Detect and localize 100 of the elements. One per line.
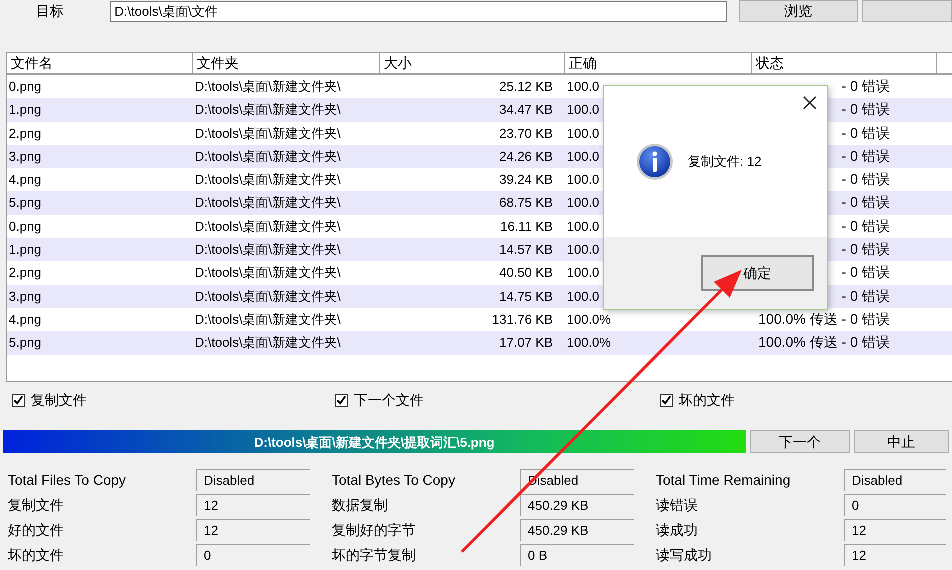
checkbox[interactable] (660, 394, 673, 406)
table-cell: 4.png (9, 172, 42, 188)
stat-value: 12 (844, 544, 946, 566)
table-cell: D:\tools\桌面\新建文件夹\ (195, 335, 341, 350)
table-cell: 100.0% (567, 312, 612, 327)
table-cell: 100.0 (567, 102, 600, 118)
table-cell: - 0 错误 (842, 218, 890, 234)
table-cell: 1.png (9, 242, 42, 258)
ok-button[interactable]: 确定 (701, 255, 814, 291)
table-cell: 100.0 (567, 79, 600, 94)
table-cell: 100.0 (567, 126, 600, 141)
target-field[interactable]: D:\tools\桌面\文件 (110, 0, 727, 22)
table-cell: D:\tools\桌面\新建文件夹\ (195, 148, 341, 164)
info-icon (636, 142, 674, 180)
checkbox-label: 坏的文件 (679, 390, 735, 410)
table-cell: 40.50 KB (500, 265, 553, 280)
stat-label: Total Bytes To Copy (331, 471, 456, 490)
table-cell: - 0 错误 (842, 124, 890, 141)
checkbox[interactable] (12, 394, 25, 406)
column-header[interactable]: 大小 (380, 53, 565, 73)
table-cell: 100.0% 传送 - 0 错误 (758, 334, 890, 350)
table-cell: 100.0 (567, 195, 600, 210)
table-cell: 2.png (9, 126, 42, 141)
browse-button[interactable]: 浏览 (738, 0, 858, 22)
table-cell: 68.75 KB (500, 195, 553, 210)
stat-value: 450.29 KB (520, 494, 634, 516)
table-cell: - 0 错误 (842, 101, 890, 118)
table-cell: 14.57 KB (500, 242, 553, 258)
table-cell: 5.png (9, 335, 42, 350)
table-cell: 16.11 KB (500, 218, 553, 234)
stat-label: Total Time Remaining (655, 471, 792, 490)
table-cell: 25.12 KB (500, 79, 553, 94)
table-cell: 0.png (9, 79, 42, 94)
stat-label: 数据复制 (331, 496, 389, 515)
table-cell: D:\tools\桌面\新建文件夹\ (195, 195, 341, 210)
table-cell: - 0 错误 (842, 148, 890, 164)
table-cell: D:\tools\桌面\新建文件夹\ (195, 288, 341, 304)
table-cell: 39.24 KB (500, 172, 553, 188)
stat-label: 好的文件 (7, 521, 65, 540)
column-header[interactable]: 正确 (565, 53, 752, 73)
table-cell: 100.0 (567, 242, 600, 258)
stat-value: 12 (196, 494, 310, 516)
table-cell: - 0 错误 (842, 194, 890, 210)
table-cell: D:\tools\桌面\新建文件夹\ (195, 312, 341, 327)
table-cell: 24.26 KB (500, 148, 553, 164)
table-cell: 100.0% 传送 - 0 错误 (758, 310, 890, 327)
checkbox[interactable] (335, 394, 348, 406)
stat-label: 读写成功 (655, 546, 713, 565)
stat-label: 复制文件 (7, 496, 65, 515)
stop-button[interactable]: 中止 (854, 430, 949, 453)
table-cell: 5.png (9, 195, 42, 210)
table-cell: D:\tools\桌面\新建文件夹\ (195, 79, 341, 94)
table-cell: D:\tools\桌面\新建文件夹\ (195, 102, 341, 118)
table-cell: 17.07 KB (500, 335, 553, 350)
table-cell: 4.png (9, 312, 42, 327)
table-cell: 34.47 KB (500, 102, 553, 118)
stat-label: 复制好的字节 (331, 521, 417, 540)
stat-value: 0 (844, 494, 946, 516)
table-cell: - 0 错误 (842, 78, 890, 94)
checkbox-label: 复制文件 (31, 390, 87, 410)
table-cell: D:\tools\桌面\新建文件夹\ (195, 265, 341, 280)
table-cell: 100.0 (567, 265, 600, 280)
table-cell: 2.png (9, 265, 42, 280)
checkbox-label: 下一个文件 (354, 390, 424, 410)
stat-value: 0 B (520, 544, 634, 566)
progress-text: D:\tools\桌面\新建文件夹\提取词汇\5.png (253, 434, 496, 452)
table-cell: 100.0 (567, 288, 600, 304)
table-cell: 100.0 (567, 172, 600, 188)
stat-value: 0 (196, 544, 310, 566)
target-label: 目标 (35, 2, 65, 20)
table-cell: - 0 错误 (842, 241, 890, 258)
table-cell: D:\tools\桌面\新建文件夹\ (195, 126, 341, 141)
next-button[interactable]: 下一个 (750, 430, 850, 453)
stat-value: 450.29 KB (520, 519, 634, 541)
table-cell: - 0 错误 (842, 264, 890, 280)
table-cell: 100.0 (567, 218, 600, 234)
table-cell: 3.png (9, 148, 42, 164)
table-cell: 131.76 KB (492, 312, 553, 327)
stat-value: 12 (844, 519, 946, 541)
stat-value: Disabled (844, 469, 946, 491)
stat-label: 读错误 (655, 496, 699, 515)
column-header[interactable]: 状态 (752, 53, 937, 73)
stat-label: 坏的字节复制 (331, 546, 417, 565)
column-header[interactable]: 文件夹 (193, 53, 380, 73)
table-cell: 3.png (9, 288, 42, 304)
table-cell: D:\tools\桌面\新建文件夹\ (195, 242, 341, 258)
column-header[interactable]: 文件名 (7, 53, 193, 73)
table-cell: D:\tools\桌面\新建文件夹\ (195, 172, 341, 188)
table-cell: 0.png (9, 218, 42, 234)
table-cell: 100.0 (567, 148, 600, 164)
stat-value: Disabled (196, 469, 310, 491)
table-cell: 100.0% (567, 335, 612, 350)
table-cell: - 0 错误 (842, 288, 890, 304)
stat-label: Total Files To Copy (7, 471, 128, 490)
table-cell: 23.70 KB (500, 126, 553, 141)
stat-label: 读成功 (655, 521, 699, 540)
table-cell: - 0 错误 (842, 171, 890, 188)
stat-value: 12 (196, 519, 310, 541)
stat-label: 坏的文件 (7, 546, 65, 565)
table-cell: D:\tools\桌面\新建文件夹\ (195, 218, 341, 234)
